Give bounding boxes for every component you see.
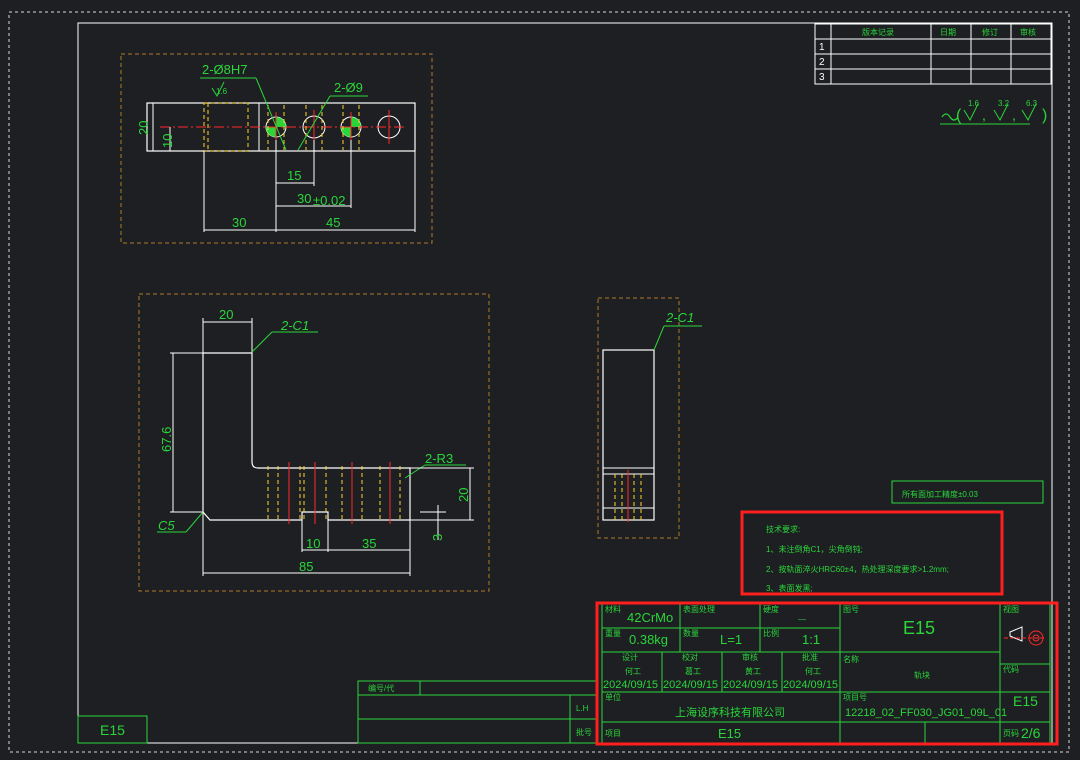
- tb-weight: 0.38kg: [629, 632, 668, 647]
- left-table-row1: L.H: [576, 704, 589, 713]
- tb-drawer-date: 2024/09/15: [603, 679, 658, 691]
- tb-approver: 黄工: [745, 666, 761, 676]
- tb-drawing-no-label: 图号: [843, 605, 859, 614]
- rev-row-3: 3: [819, 72, 825, 83]
- rev-header-review: 审核: [1020, 27, 1036, 37]
- hole-callout-8h7: 2-Ø8H7: [202, 62, 248, 77]
- top-view: 2-Ø8H7 1.6 2-Ø9 20 10 15 30 ±0.02 30 45: [120, 53, 433, 244]
- dim-front-10: 10: [306, 536, 320, 551]
- finish-6-3: 6.3: [1026, 99, 1038, 108]
- dim-top-hole-height: 10: [160, 134, 175, 148]
- tb-checker-date: 2024/09/15: [663, 679, 718, 691]
- tb-checker-label: 校对: [682, 652, 698, 662]
- dim-top-height: 20: [136, 121, 151, 135]
- tech-req-1: 1、未注倒角C1，尖角倒钝;: [766, 544, 863, 554]
- left-record-table: 编号/代 L.H 批号: [357, 680, 597, 744]
- tb-hardness: —: [798, 615, 806, 624]
- left-table-header: 编号/代: [368, 683, 394, 693]
- tech-req-3: 3、表面发黑;: [766, 583, 813, 593]
- tb-checker: 葛工: [685, 666, 701, 676]
- tb-quantity-code: E15: [718, 726, 741, 741]
- tb-final-label: 批准: [802, 652, 818, 662]
- dim-front-step: 20: [456, 488, 471, 502]
- tb-drawing-no: E15: [903, 618, 935, 638]
- svg-text:,: ,: [982, 107, 986, 123]
- tb-final-date: 2024/09/15: [783, 679, 838, 691]
- projection-symbol-icon: [1004, 626, 1046, 646]
- rev-row-1: 1: [819, 42, 825, 53]
- tb-company-label: 单位: [605, 692, 621, 702]
- hole-callout-9: 2-Ø9: [334, 80, 363, 95]
- tb-weight-label: 重量: [605, 628, 621, 638]
- tb-quantity-code-label: 项目: [605, 729, 621, 738]
- rev-header-revise: 修订: [982, 27, 998, 37]
- tb-project: 12218_02_FF030_JG01_09L_01: [845, 707, 1007, 719]
- revision-table: 版本记录 日期 修订 审核 1 2 3: [814, 23, 1052, 85]
- dim-front-total: 85: [299, 559, 313, 574]
- tb-final: 何工: [805, 666, 821, 676]
- dim-top-left: 30: [232, 215, 246, 230]
- tb-hardness-label: 硬度: [763, 604, 779, 614]
- dim-front-height: 67.6: [159, 427, 174, 452]
- dim-top-15: 15: [287, 168, 301, 183]
- corner-code: E15: [100, 722, 125, 738]
- finish-1-6: 1.6: [968, 99, 980, 108]
- tb-surface-label: 表面处理: [683, 604, 715, 614]
- tb-drawer-label: 设计: [622, 652, 638, 662]
- tb-name-label: 名称: [843, 654, 859, 664]
- dim-front-35: 35: [362, 536, 376, 551]
- rev-header-record: 版本记录: [862, 27, 894, 37]
- tech-req-2: 2、按轨面淬火HRC60±4，热处理深度要求>1.2mm;: [766, 564, 949, 574]
- tb-sheet-code-label: 代码: [1003, 664, 1019, 674]
- outer-border: [8, 11, 1070, 753]
- left-table-row2: 批号: [576, 727, 592, 737]
- tb-sheet: 2/6: [1021, 725, 1041, 741]
- tb-project-label: 项目号: [843, 693, 867, 702]
- tb-company: 上海设序科技有限公司: [675, 705, 785, 719]
- front-view: 20 2-C1 67.6 2-R3 20 C5 10 35 3 85: [138, 293, 490, 592]
- front-chamfer-c5: C5: [158, 518, 175, 533]
- dim-front-width: 20: [219, 307, 233, 322]
- svg-text:): ): [1042, 107, 1047, 124]
- front-chamfer-c1: 2-C1: [280, 318, 309, 333]
- dim-front-3: 3: [430, 534, 445, 541]
- tb-qty: L=1: [720, 632, 742, 647]
- dim-top-right: 45: [326, 215, 340, 230]
- side-chamfer-c1: 2-C1: [665, 310, 694, 325]
- tb-drawer: 何工: [625, 666, 641, 676]
- hole-callout-roughness: 1.6: [216, 87, 228, 96]
- tb-sheet-label: 页码: [1003, 729, 1019, 738]
- rev-header-date: 日期: [940, 28, 956, 37]
- tech-req-title: 技术要求:: [766, 524, 800, 534]
- svg-text:,: ,: [1012, 107, 1016, 123]
- tb-sheet-code: E15: [1013, 693, 1038, 709]
- dim-top-30-tol: ±0.02: [313, 193, 345, 208]
- side-view: 2-C1: [597, 297, 702, 539]
- tb-view-label: 视图: [1003, 604, 1019, 614]
- rev-row-2: 2: [819, 57, 825, 68]
- tb-material-label: 材料: [605, 604, 621, 614]
- tolerance-note: 所有面加工精度±0.03: [902, 489, 979, 499]
- dim-top-30: 30: [297, 191, 311, 206]
- side-view-frame: [597, 297, 680, 539]
- title-block: 材料 42CrMo 表面处理 硬度 — 重量 0.38kg 数量 L=1 比例 …: [601, 603, 1051, 745]
- tb-scale-label: 比例: [763, 628, 779, 638]
- drawing-sheet: 版本记录 日期 修订 审核 1 2 3 ( 1.6 , 3.2 , 6.3 ): [8, 11, 1070, 753]
- tb-approver-label: 审核: [742, 652, 758, 662]
- tb-approver-date: 2024/09/15: [723, 679, 778, 691]
- tb-qty-label: 数量: [683, 628, 699, 638]
- tb-scale: 1:1: [802, 632, 820, 647]
- tb-name: 轨块: [914, 670, 930, 680]
- finish-3-2: 3.2: [998, 99, 1010, 108]
- tb-material: 42CrMo: [627, 610, 673, 625]
- front-radius: 2-R3: [425, 451, 453, 466]
- surface-finish-symbol: ( 1.6 , 3.2 , 6.3 ): [940, 99, 1047, 125]
- svg-text:(: (: [956, 107, 962, 124]
